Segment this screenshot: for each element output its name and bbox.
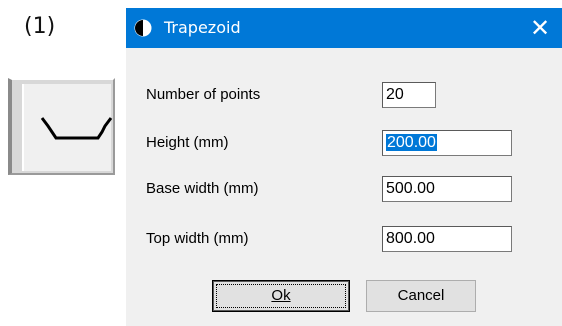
number-of-points-label: Number of points <box>146 86 261 103</box>
height-input[interactable]: 200.00 <box>382 130 512 156</box>
close-button[interactable]: ✕ <box>518 8 562 48</box>
top-width-input[interactable]: 800.00 <box>382 226 512 252</box>
dialog-titlebar[interactable]: Trapezoid ✕ <box>126 8 562 48</box>
number-of-points-value: 20 <box>386 86 404 103</box>
half-circle-icon <box>134 19 152 37</box>
trapezoid-tool-button[interactable] <box>8 78 115 175</box>
ok-button[interactable]: Ok <box>212 280 350 312</box>
top-width-value: 800.00 <box>386 230 435 247</box>
number-of-points-input[interactable]: 20 <box>382 82 436 108</box>
trapezoid-dialog: Trapezoid ✕ Number of points 20 Height (… <box>126 8 562 326</box>
base-width-label: Base width (mm) <box>146 180 259 197</box>
top-width-label: Top width (mm) <box>146 230 249 247</box>
base-width-value: 500.00 <box>386 180 435 197</box>
step-label: (1) <box>24 14 56 39</box>
close-icon: ✕ <box>529 14 551 42</box>
height-label: Height (mm) <box>146 134 229 151</box>
cancel-button[interactable]: Cancel <box>366 280 476 312</box>
cancel-button-label: Cancel <box>397 287 445 304</box>
base-width-input[interactable]: 500.00 <box>382 176 512 202</box>
height-value-selected: 200.00 <box>386 134 437 151</box>
trapezoid-channel-icon <box>40 117 113 140</box>
dialog-title: Trapezoid <box>164 18 241 37</box>
focus-rect <box>216 284 346 308</box>
